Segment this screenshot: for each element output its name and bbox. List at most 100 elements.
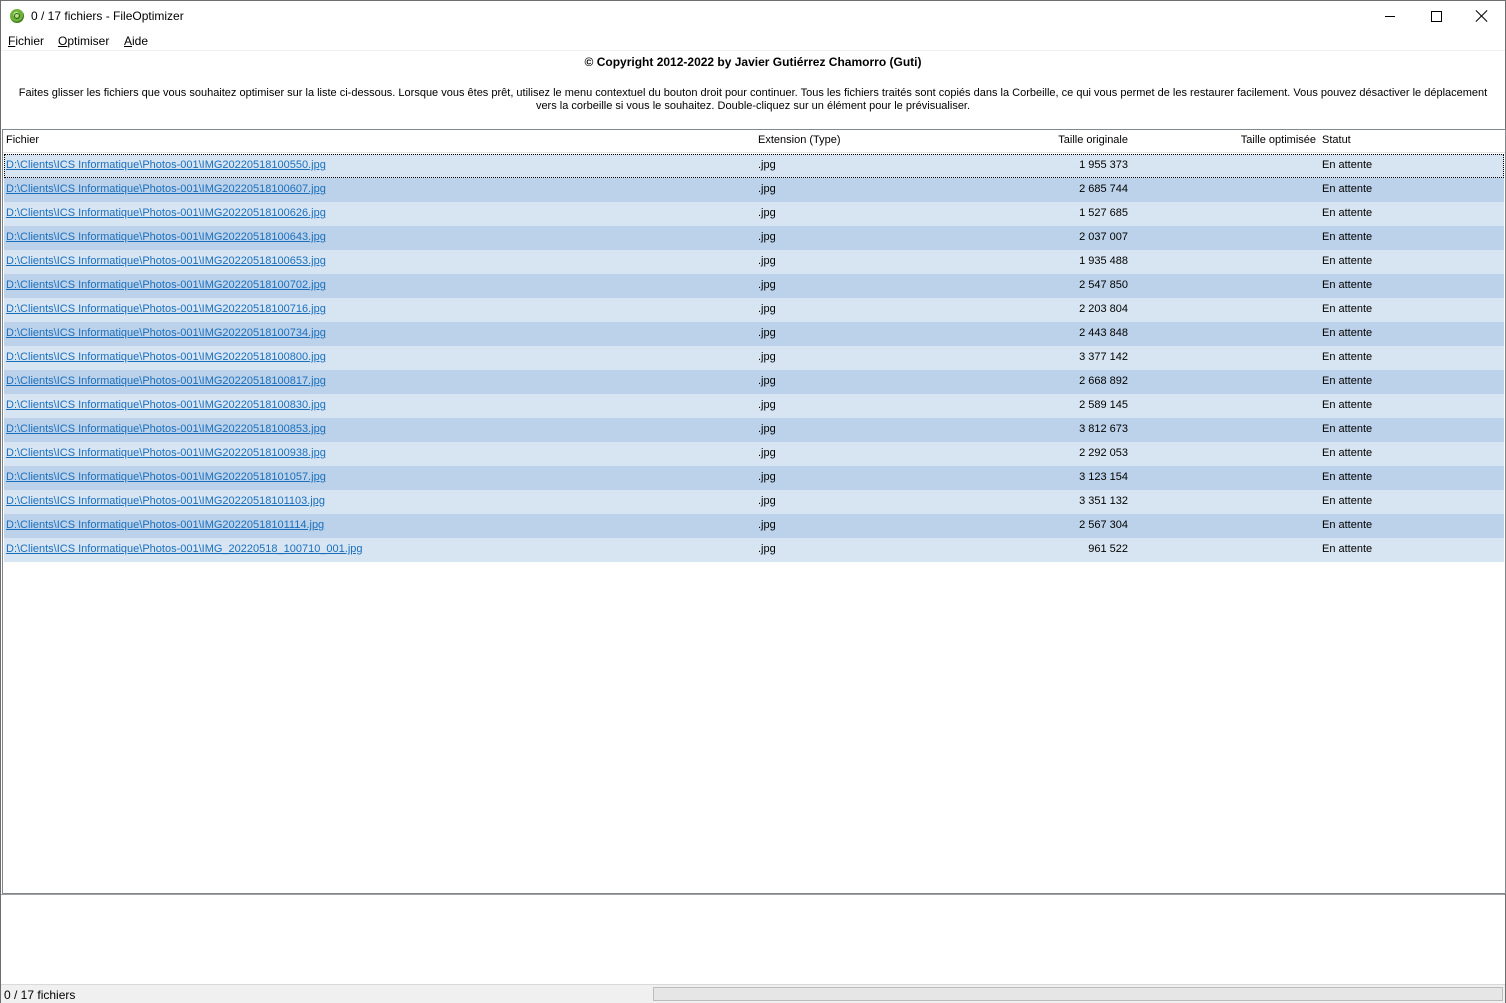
table-row[interactable]: D:\Clients\ICS Informatique\Photos-001\I… — [4, 346, 1504, 370]
original-size: 2 589 145 — [1079, 399, 1128, 411]
file-path-link[interactable]: D:\Clients\ICS Informatique\Photos-001\I… — [6, 255, 326, 267]
original-size: 3 123 154 — [1079, 471, 1128, 483]
copyright-text: © Copyright 2012-2022 by Javier Gutiérre… — [584, 55, 922, 69]
file-path-link[interactable]: D:\Clients\ICS Informatique\Photos-001\I… — [6, 399, 326, 411]
file-path-link[interactable]: D:\Clients\ICS Informatique\Photos-001\I… — [6, 159, 326, 171]
file-extension: .jpg — [758, 519, 776, 531]
file-path-link[interactable]: D:\Clients\ICS Informatique\Photos-001\I… — [6, 519, 324, 531]
table-row[interactable]: D:\Clients\ICS Informatique\Photos-001\I… — [4, 274, 1504, 298]
table-row[interactable]: D:\Clients\ICS Informatique\Photos-001\I… — [4, 154, 1504, 178]
original-size: 1 935 488 — [1079, 255, 1128, 267]
maximize-button[interactable] — [1413, 1, 1459, 31]
file-extension: .jpg — [758, 399, 776, 411]
file-extension: .jpg — [758, 303, 776, 315]
file-path-link[interactable]: D:\Clients\ICS Informatique\Photos-001\I… — [6, 375, 326, 387]
table-row[interactable]: D:\Clients\ICS Informatique\Photos-001\I… — [4, 322, 1504, 346]
column-header-original-size[interactable]: Taille originale — [934, 134, 1128, 146]
file-status: En attente — [1322, 375, 1373, 387]
table-row[interactable]: D:\Clients\ICS Informatique\Photos-001\I… — [4, 298, 1504, 322]
menu-aide[interactable]: Aide — [124, 34, 148, 48]
file-status: En attente — [1322, 255, 1373, 267]
original-size: 1 955 373 — [1079, 159, 1128, 171]
file-path-link[interactable]: D:\Clients\ICS Informatique\Photos-001\I… — [6, 423, 326, 435]
column-header-status[interactable]: Statut — [1322, 134, 1351, 146]
table-row[interactable]: D:\Clients\ICS Informatique\Photos-001\I… — [4, 490, 1504, 514]
original-size: 3 351 132 — [1079, 495, 1128, 507]
minimize-icon — [1385, 15, 1395, 17]
menu-fichier[interactable]: Fichier — [8, 34, 44, 48]
column-header-file[interactable]: Fichier — [6, 134, 39, 146]
file-status: En attente — [1322, 471, 1373, 483]
table-row[interactable]: D:\Clients\ICS Informatique\Photos-001\I… — [4, 250, 1504, 274]
list-header: Fichier Extension (Type) Taille original… — [3, 130, 1505, 153]
file-status: En attente — [1322, 399, 1373, 411]
original-size: 2 292 053 — [1079, 447, 1128, 459]
file-status: En attente — [1322, 279, 1373, 291]
file-extension: .jpg — [758, 207, 776, 219]
original-size: 2 547 850 — [1079, 279, 1128, 291]
file-path-link[interactable]: D:\Clients\ICS Informatique\Photos-001\I… — [6, 303, 326, 315]
file-extension: .jpg — [758, 423, 776, 435]
file-status: En attente — [1322, 303, 1373, 315]
file-extension: .jpg — [758, 447, 776, 459]
file-status: En attente — [1322, 231, 1373, 243]
original-size: 2 668 892 — [1079, 375, 1128, 387]
file-extension: .jpg — [758, 327, 776, 339]
file-path-link[interactable]: D:\Clients\ICS Informatique\Photos-001\I… — [6, 447, 326, 459]
file-path-link[interactable]: D:\Clients\ICS Informatique\Photos-001\I… — [6, 351, 326, 363]
file-status: En attente — [1322, 423, 1373, 435]
file-path-link[interactable]: D:\Clients\ICS Informatique\Photos-001\I… — [6, 495, 325, 507]
file-path-link[interactable]: D:\Clients\ICS Informatique\Photos-001\I… — [6, 543, 363, 555]
column-header-optimized-size[interactable]: Taille optimisée — [1134, 134, 1316, 146]
table-row[interactable]: D:\Clients\ICS Informatique\Photos-001\I… — [4, 202, 1504, 226]
table-row[interactable]: D:\Clients\ICS Informatique\Photos-001\I… — [4, 418, 1504, 442]
file-extension: .jpg — [758, 495, 776, 507]
file-status: En attente — [1322, 495, 1373, 507]
menu-optimiser[interactable]: Optimiser — [58, 34, 109, 48]
table-row[interactable]: D:\Clients\ICS Informatique\Photos-001\I… — [4, 514, 1504, 538]
file-extension: .jpg — [758, 255, 776, 267]
fileoptimizer-app-icon[interactable] — [10, 9, 24, 23]
table-row[interactable]: D:\Clients\ICS Informatique\Photos-001\I… — [4, 178, 1504, 202]
original-size: 2 443 848 — [1079, 327, 1128, 339]
minimize-button[interactable] — [1367, 1, 1413, 31]
original-size: 1 527 685 — [1079, 207, 1128, 219]
title-bar[interactable]: 0 / 17 fichiers - FileOptimizer — [1, 1, 1505, 31]
table-row[interactable]: D:\Clients\ICS Informatique\Photos-001\I… — [4, 394, 1504, 418]
log-pane — [1, 894, 1505, 985]
table-row[interactable]: D:\Clients\ICS Informatique\Photos-001\I… — [4, 370, 1504, 394]
table-row[interactable]: D:\Clients\ICS Informatique\Photos-001\I… — [4, 538, 1504, 562]
instructions-text: Faites glisser les fichiers que vous sou… — [18, 87, 1488, 112]
menu-bar: Fichier Optimiser Aide — [1, 32, 1505, 51]
file-extension: .jpg — [758, 279, 776, 291]
file-status: En attente — [1322, 159, 1373, 171]
file-extension: .jpg — [758, 159, 776, 171]
original-size: 961 522 — [1088, 543, 1128, 555]
file-list[interactable]: Fichier Extension (Type) Taille original… — [2, 129, 1506, 894]
file-status: En attente — [1322, 543, 1373, 555]
column-header-extension[interactable]: Extension (Type) — [758, 134, 841, 146]
file-status: En attente — [1322, 519, 1373, 531]
list-rows: D:\Clients\ICS Informatique\Photos-001\I… — [4, 154, 1504, 562]
file-path-link[interactable]: D:\Clients\ICS Informatique\Photos-001\I… — [6, 327, 326, 339]
file-status: En attente — [1322, 327, 1373, 339]
file-path-link[interactable]: D:\Clients\ICS Informatique\Photos-001\I… — [6, 231, 326, 243]
file-extension: .jpg — [758, 543, 776, 555]
original-size: 3 812 673 — [1079, 423, 1128, 435]
file-extension: .jpg — [758, 231, 776, 243]
table-row[interactable]: D:\Clients\ICS Informatique\Photos-001\I… — [4, 226, 1504, 250]
table-row[interactable]: D:\Clients\ICS Informatique\Photos-001\I… — [4, 466, 1504, 490]
original-size: 2 203 804 — [1079, 303, 1128, 315]
file-path-link[interactable]: D:\Clients\ICS Informatique\Photos-001\I… — [6, 207, 326, 219]
original-size: 2 685 744 — [1079, 183, 1128, 195]
maximize-icon — [1430, 10, 1442, 22]
original-size: 3 377 142 — [1079, 351, 1128, 363]
file-path-link[interactable]: D:\Clients\ICS Informatique\Photos-001\I… — [6, 279, 326, 291]
file-status: En attente — [1322, 183, 1373, 195]
file-status: En attente — [1322, 447, 1373, 459]
table-row[interactable]: D:\Clients\ICS Informatique\Photos-001\I… — [4, 442, 1504, 466]
close-button[interactable] — [1459, 1, 1505, 31]
file-path-link[interactable]: D:\Clients\ICS Informatique\Photos-001\I… — [6, 183, 326, 195]
file-extension: .jpg — [758, 375, 776, 387]
file-path-link[interactable]: D:\Clients\ICS Informatique\Photos-001\I… — [6, 471, 326, 483]
